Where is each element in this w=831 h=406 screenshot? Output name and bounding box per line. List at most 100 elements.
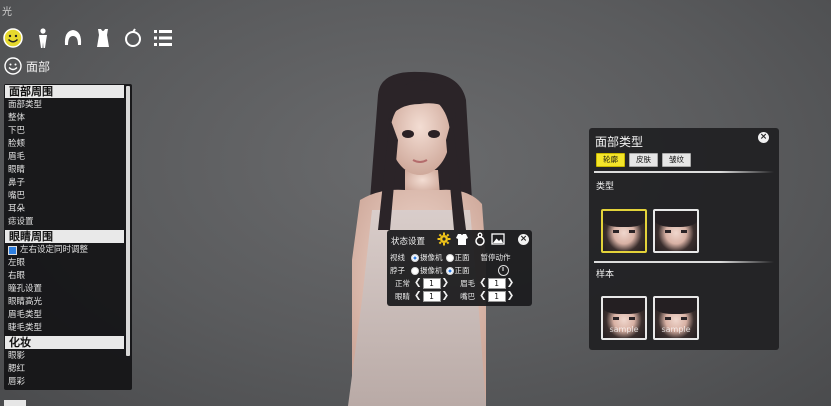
eyes-stepper[interactable]: ❮ 1 ❯ — [414, 291, 449, 302]
sample-thumb-2[interactable]: sample — [653, 296, 699, 340]
sample-watermark: sample — [609, 325, 639, 334]
gear-icon[interactable] — [437, 232, 451, 246]
checkbox[interactable] — [8, 246, 17, 255]
list-item[interactable]: 眼睛高光 — [4, 296, 132, 309]
stepper-label: 眼睛 — [395, 292, 410, 301]
list-item[interactable]: 面部类型 — [4, 99, 132, 112]
partial-panel-edge — [4, 400, 26, 406]
list-item[interactable]: 痣设置 — [4, 216, 132, 229]
accessory-icon[interactable] — [122, 27, 144, 49]
clothing-icon[interactable] — [92, 27, 114, 49]
checkbox-label: 左右设定同时调整 — [20, 245, 89, 255]
list-item[interactable]: 眼影 — [4, 350, 132, 363]
tab-contour[interactable]: 轮廓 — [596, 153, 625, 167]
panel-title: 状态设置 — [391, 237, 426, 247]
row-label: 视线 — [390, 253, 405, 262]
arrow-right-icon[interactable]: ❯ — [442, 279, 450, 288]
list-item[interactable]: 整体 — [4, 112, 132, 125]
arrow-right-icon[interactable]: ❯ — [507, 279, 515, 288]
pause-icon[interactable]: II — [497, 265, 509, 276]
list-item[interactable]: 鼻子 — [4, 177, 132, 190]
face-type-panel: 面部类型 × 轮廓 皮肤 皱纹 类型 样本 sample sample — [589, 128, 779, 350]
smile-icon[interactable] — [2, 27, 24, 49]
list-item[interactable]: 嘴巴 — [4, 190, 132, 203]
thumb-eyes — [665, 317, 687, 320]
arrow-left-icon[interactable]: ❮ — [414, 292, 422, 301]
group-header-eyes[interactable]: 眼睛周围 — [5, 230, 124, 243]
stepper-value[interactable]: 1 — [422, 291, 441, 302]
list-item[interactable]: 腮红 — [4, 363, 132, 376]
panel-title: 面部类型 — [595, 135, 644, 149]
list-item[interactable]: 脸颊 — [4, 138, 132, 151]
neck-row: 脖子 摄像机 正面 II — [390, 265, 509, 276]
sample-thumb-1[interactable]: sample — [601, 296, 647, 340]
body-icon[interactable] — [32, 27, 54, 49]
neck-camera-radio[interactable] — [411, 266, 419, 275]
list-item[interactable]: 睫毛类型 — [4, 322, 132, 335]
tab-wrinkles[interactable]: 皱纹 — [662, 153, 691, 167]
type-label: 类型 — [596, 182, 615, 192]
gaze-row: 视线 摄像机 正面 暂停动作 — [390, 252, 511, 263]
face-type-thumb-2[interactable] — [653, 209, 699, 253]
neck-front-radio[interactable] — [445, 266, 454, 275]
face-category-panel: 面部周围 面部类型 整体 下巴 脸颊 眉毛 眼睛 鼻子 嘴巴 耳朵 痣设置 眼睛… — [4, 84, 132, 390]
clothing-icon[interactable] — [455, 232, 469, 246]
group-header-makeup[interactable]: 化妆 — [5, 336, 124, 349]
divider — [594, 261, 774, 263]
stepper-value[interactable]: 1 — [487, 278, 506, 289]
radio-label: 正面 — [454, 253, 470, 262]
expression-stepper[interactable]: ❮ 1 ❯ — [414, 278, 449, 289]
radio-label: 摄像机 — [420, 253, 443, 262]
hair-icon[interactable] — [62, 27, 84, 49]
list-item[interactable]: 瞳孔设置 — [4, 283, 132, 296]
list-icon[interactable] — [152, 27, 174, 49]
thumb-hair — [655, 211, 697, 227]
list-item[interactable]: 左眼 — [4, 257, 132, 270]
section-title-label: 面部 — [26, 59, 51, 74]
list-item[interactable]: 右眼 — [4, 270, 132, 283]
list-item[interactable]: 下巴 — [4, 125, 132, 138]
arrow-left-icon[interactable]: ❮ — [479, 279, 487, 288]
radio-label: 摄像机 — [420, 266, 443, 275]
close-icon[interactable]: × — [758, 132, 769, 143]
arrow-left-icon[interactable]: ❮ — [414, 279, 422, 288]
pause-motion-label: 暂停动作 — [480, 253, 511, 262]
accessory-icon[interactable] — [473, 232, 487, 246]
list-item[interactable]: 眉毛 — [4, 151, 132, 164]
scrollbar[interactable] — [126, 86, 130, 356]
thumb-eyes — [665, 230, 687, 233]
row-label: 脖子 — [390, 266, 405, 275]
thumb-hair — [603, 211, 645, 227]
close-icon[interactable]: × — [518, 234, 529, 245]
top-hint-text: 光 — [2, 7, 12, 18]
gaze-front-radio[interactable] — [445, 253, 454, 262]
expression-row-2: 眼睛 ❮ 1 ❯ 嘴巴 ❮ 1 ❯ — [390, 291, 514, 302]
group-header-face[interactable]: 面部周围 — [5, 85, 124, 98]
stepper-label: 嘴巴 — [460, 292, 476, 301]
thumb-hair — [603, 298, 645, 314]
list-item[interactable]: 眉毛类型 — [4, 309, 132, 322]
sync-adjust-checkbox[interactable]: 左右设定同时调整 — [4, 244, 132, 257]
stepper-value[interactable]: 1 — [422, 278, 441, 289]
arrow-left-icon[interactable]: ❮ — [479, 292, 487, 301]
arrow-right-icon[interactable]: ❯ — [442, 292, 450, 301]
thumb-eyes — [613, 230, 635, 233]
stepper-value[interactable]: 1 — [487, 291, 506, 302]
eyebrow-stepper[interactable]: ❮ 1 ❯ — [479, 278, 514, 289]
list-item[interactable]: 眼睛 — [4, 164, 132, 177]
list-item[interactable]: 耳朵 — [4, 203, 132, 216]
divider — [594, 171, 774, 173]
thumb-hair — [655, 298, 697, 314]
state-icon-bar — [437, 232, 505, 246]
tab-bar: 轮廓 皮肤 皱纹 — [596, 153, 691, 167]
expression-row-1: 正常 ❮ 1 ❯ 眉毛 ❮ 1 ❯ — [390, 278, 514, 289]
gaze-camera-radio[interactable] — [411, 253, 419, 262]
thumb-eyes — [613, 317, 635, 320]
face-type-thumb-1[interactable] — [601, 209, 647, 253]
radio-label: 正面 — [454, 266, 470, 275]
mouth-stepper[interactable]: ❮ 1 ❯ — [479, 291, 514, 302]
image-icon[interactable] — [491, 232, 505, 246]
arrow-right-icon[interactable]: ❯ — [507, 292, 515, 301]
list-item[interactable]: 唇彩 — [4, 376, 132, 389]
tab-skin[interactable]: 皮肤 — [629, 153, 658, 167]
